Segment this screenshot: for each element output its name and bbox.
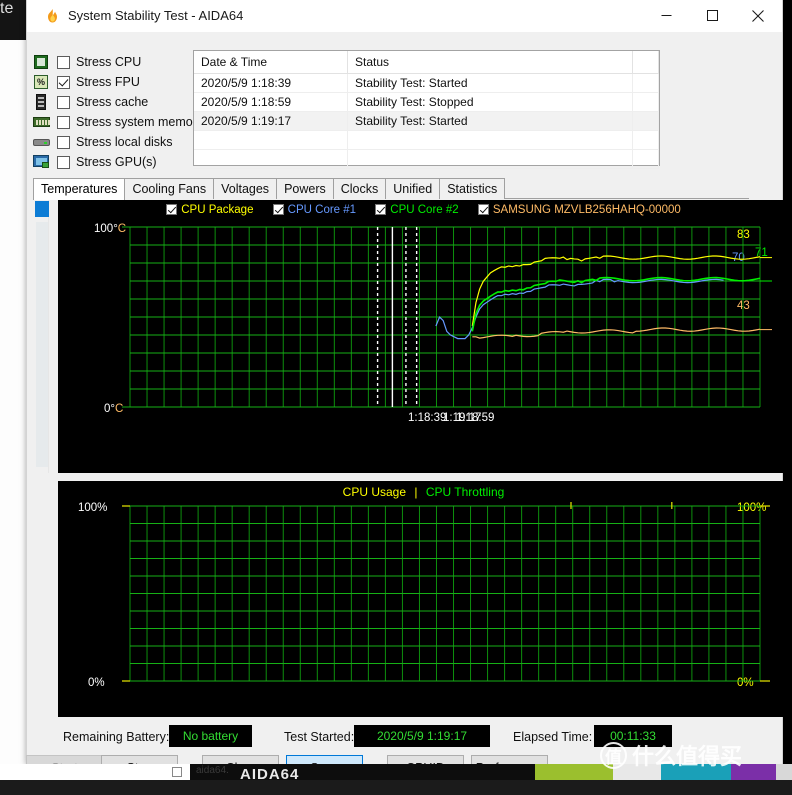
stress-option-fpu[interactable]: % Stress FPU xyxy=(31,72,201,92)
log-cell-status xyxy=(348,131,633,150)
watermark-text: 什么值得买 xyxy=(632,739,742,771)
chart-vertical-scrollbar[interactable] xyxy=(33,200,49,473)
table-row[interactable] xyxy=(194,150,659,169)
window-title: System Stability Test - AIDA64 xyxy=(68,8,243,23)
log-cell-extra xyxy=(633,131,659,150)
scrollbar-track[interactable] xyxy=(36,222,48,467)
stress-cpu-checkbox[interactable] xyxy=(57,56,70,69)
chart-tabs: Temperatures Cooling Fans Voltages Power… xyxy=(33,178,749,199)
stress-memory-label: Stress system memory xyxy=(76,115,203,129)
log-cell-status: Stability Test: Started xyxy=(348,74,633,93)
log-cell-datetime: 2020/5/9 1:19:17 xyxy=(194,112,348,131)
stress-cache-label: Stress cache xyxy=(76,95,148,109)
battery-value: No battery xyxy=(169,725,252,747)
stress-disks-label: Stress local disks xyxy=(76,135,173,149)
log-cell-extra xyxy=(633,93,659,112)
log-cell-status xyxy=(348,150,633,169)
aida64-stability-window: System Stability Test - AIDA64 Stress CP… xyxy=(26,0,783,765)
elapsed-time-label: Elapsed Time: xyxy=(513,730,592,744)
table-row[interactable]: 2020/5/9 1:18:39 Stability Test: Started xyxy=(194,74,659,93)
bg-aida-logo: AIDA64 xyxy=(240,766,299,780)
desktop-left-strip xyxy=(0,0,26,780)
stress-option-gpu[interactable]: Stress GPU(s) xyxy=(31,152,201,172)
log-cell-extra xyxy=(633,150,659,169)
log-column-datetime[interactable]: Date & Time xyxy=(194,51,348,74)
hard-disk-icon xyxy=(33,134,50,150)
stress-option-memory[interactable]: Stress system memory xyxy=(31,112,201,132)
test-started-value: 2020/5/9 1:19:17 xyxy=(354,725,490,747)
tab-unified[interactable]: Unified xyxy=(385,178,440,199)
bg-checkbox xyxy=(172,767,182,777)
stress-fpu-checkbox[interactable] xyxy=(57,76,70,89)
stress-option-cpu[interactable]: Stress CPU xyxy=(31,52,201,72)
stress-cache-checkbox[interactable] xyxy=(57,96,70,109)
stress-option-disks[interactable]: Stress local disks xyxy=(31,132,201,152)
log-cell-datetime: 2020/5/9 1:18:59 xyxy=(194,93,348,112)
temperature-plot-area xyxy=(58,200,789,473)
test-started-label: Test Started: xyxy=(284,730,354,744)
log-cell-status: Stability Test: Stopped xyxy=(348,93,633,112)
stress-disks-checkbox[interactable] xyxy=(57,136,70,149)
stress-memory-checkbox[interactable] xyxy=(57,116,70,129)
tab-voltages[interactable]: Voltages xyxy=(213,178,277,199)
tab-clocks[interactable]: Clocks xyxy=(333,178,387,199)
usage-plot-area xyxy=(58,481,789,717)
tab-statistics[interactable]: Statistics xyxy=(439,178,505,199)
tab-powers[interactable]: Powers xyxy=(276,178,334,199)
stress-cpu-label: Stress CPU xyxy=(76,55,141,69)
stress-option-cache[interactable]: Stress cache xyxy=(31,92,201,112)
battery-label: Remaining Battery: xyxy=(63,730,169,744)
stress-fpu-label: Stress FPU xyxy=(76,75,140,89)
minimize-button[interactable] xyxy=(644,0,689,31)
log-table-header: Date & Time Status xyxy=(194,51,659,74)
window-titlebar: System Stability Test - AIDA64 xyxy=(27,0,782,33)
log-cell-datetime xyxy=(194,150,348,169)
log-column-extra[interactable] xyxy=(633,51,659,74)
gpu-monitor-icon xyxy=(33,154,50,170)
log-column-status[interactable]: Status xyxy=(348,51,633,74)
table-row[interactable]: 2020/5/9 1:19:17 Stability Test: Started xyxy=(194,112,659,131)
table-row[interactable] xyxy=(194,131,659,150)
cpu-usage-chart[interactable]: CPU Usage | CPU Throttling 100% 0% 100% … xyxy=(58,481,789,717)
fpu-percent-icon: % xyxy=(33,74,50,90)
table-row[interactable]: 2020/5/9 1:18:59 Stability Test: Stopped xyxy=(194,93,659,112)
memory-dimm-icon xyxy=(33,114,50,130)
status-log-table[interactable]: Date & Time Status 2020/5/9 1:18:39 Stab… xyxy=(193,50,660,166)
log-cell-datetime xyxy=(194,131,348,150)
log-cell-status: Stability Test: Started xyxy=(348,112,633,131)
window-content: Stress CPU % Stress FPU Stress cache Str… xyxy=(27,33,782,764)
temperature-chart[interactable]: CPU Package CPU Core #1 CPU Core #2 SAMS… xyxy=(58,200,789,473)
stress-gpu-checkbox[interactable] xyxy=(57,156,70,169)
watermark-circle-icon: 值 xyxy=(600,742,627,769)
cache-module-icon xyxy=(33,94,50,110)
tab-cooling-fans[interactable]: Cooling Fans xyxy=(124,178,214,199)
log-cell-extra xyxy=(633,74,659,93)
desktop-top-dark-band: te xyxy=(0,0,26,40)
stress-gpu-label: Stress GPU(s) xyxy=(76,155,157,169)
log-cell-extra xyxy=(633,112,659,131)
log-cell-datetime: 2020/5/9 1:18:39 xyxy=(194,74,348,93)
maximize-button[interactable] xyxy=(690,0,735,31)
scrollbar-thumb[interactable] xyxy=(35,201,49,217)
watermark: 值 什么值得买 xyxy=(600,735,790,775)
bg-text-fragment: te xyxy=(0,0,13,17)
close-button[interactable] xyxy=(735,0,780,31)
stress-options-list: Stress CPU % Stress FPU Stress cache Str… xyxy=(31,52,201,172)
cpu-chip-icon xyxy=(33,54,50,70)
tab-temperatures[interactable]: Temperatures xyxy=(33,178,125,200)
flame-icon xyxy=(44,8,61,25)
bg-taskbar-label: aida64. xyxy=(196,765,229,776)
